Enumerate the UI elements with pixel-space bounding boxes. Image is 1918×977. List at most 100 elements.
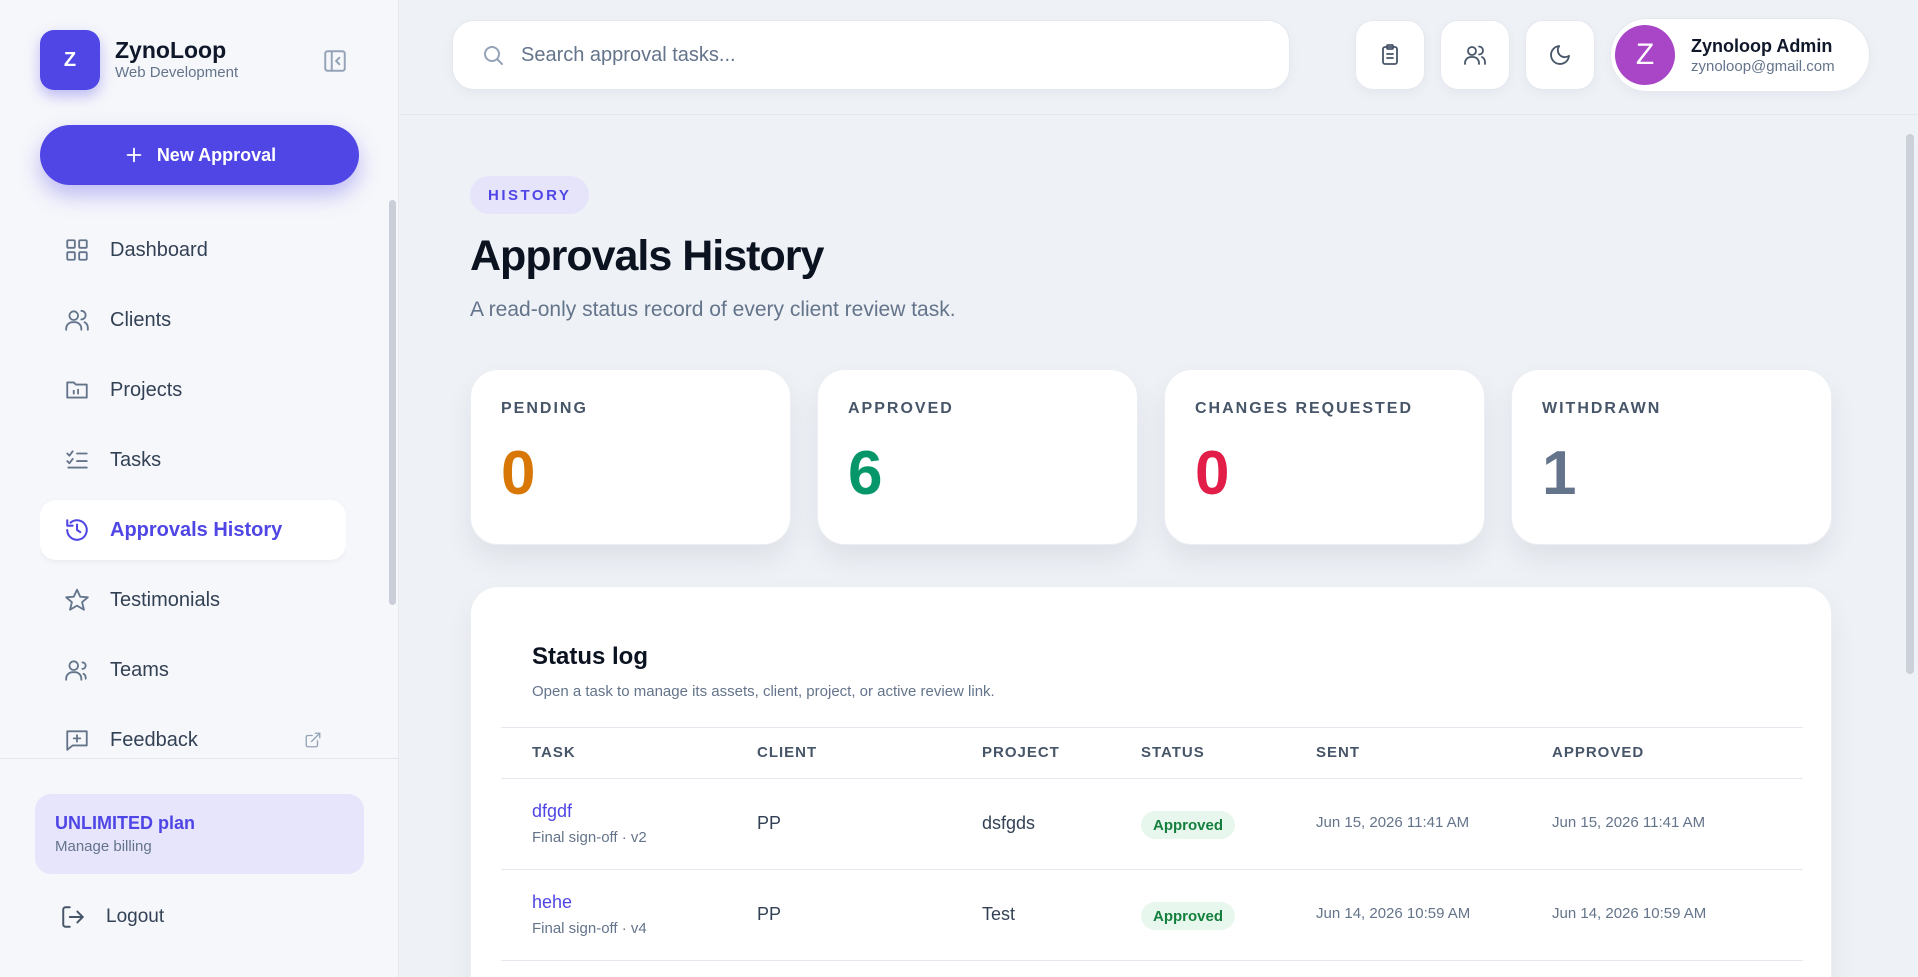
theme-toggle-button[interactable] (1525, 20, 1595, 90)
sidebar-divider (0, 758, 399, 759)
status-log-table: TASK CLIENT PROJECT STATUS SENT APPROVED… (501, 727, 1803, 961)
page-subtitle: A read-only status record of every clien… (470, 298, 956, 321)
plan-title: UNLIMITED plan (55, 813, 195, 833)
stat-card-withdrawn: WITHDRAWN 1 (1511, 369, 1832, 545)
column-header-approved[interactable]: APPROVED (1552, 744, 1644, 761)
column-header-task[interactable]: TASK (532, 744, 576, 761)
stat-card-pending: PENDING 0 (470, 369, 791, 545)
new-approval-label: New Approval (156, 144, 277, 165)
main-scrollbar-thumb[interactable] (1906, 134, 1914, 674)
sidebar-item-label: Projects (110, 378, 183, 401)
status-log-subtitle: Open a task to manage its assets, client… (532, 683, 995, 700)
user-name: Zynoloop Admin (1691, 35, 1833, 56)
sidebar-item-label: Clients (110, 308, 172, 331)
stat-value: 0 (1195, 439, 1230, 508)
sidebar-item-label: Approvals History (110, 518, 283, 541)
sidebar-item-label: Dashboard (110, 238, 208, 261)
avatar: Z (1615, 25, 1675, 85)
manage-billing-link[interactable]: Manage billing (55, 836, 344, 858)
stat-card-approved: APPROVED 6 (817, 369, 1138, 545)
search-input[interactable] (521, 43, 1221, 67)
stat-value: 1 (1542, 439, 1577, 508)
plan-card[interactable]: UNLIMITED plan Manage billing (35, 794, 364, 874)
search-bar[interactable] (452, 20, 1290, 90)
moon-icon (1550, 45, 1570, 65)
sidebar-item-dashboard[interactable]: Dashboard (40, 220, 346, 280)
folder-icon (66, 381, 88, 399)
client-cell: PP (757, 904, 782, 924)
logout-label: Logout (106, 906, 165, 927)
stat-label: PENDING (501, 400, 588, 417)
team-icon (65, 660, 87, 681)
brand-subtitle: Web Development (115, 64, 239, 81)
column-header-sent[interactable]: SENT (1316, 744, 1360, 761)
table-row[interactable]: hehe Final sign-off · v4 PP Test Approve… (501, 870, 1803, 961)
sidebar-scrollbar[interactable] (386, 190, 396, 755)
sent-date: Jun 15, 2026 11:41 AM (1316, 814, 1470, 831)
users-icon (65, 309, 89, 331)
task-link[interactable]: hehe (532, 892, 572, 913)
project-cell: dsfgds (982, 813, 1036, 833)
search-icon (484, 46, 503, 65)
stat-value: 6 (848, 439, 883, 508)
stat-label: CHANGES REQUESTED (1195, 400, 1414, 417)
grid-icon (66, 239, 88, 261)
sidebar-nav: Dashboard Clients Projects Tasks Approva… (40, 220, 346, 760)
task-subtitle: Final sign-off · v2 (532, 829, 647, 846)
table-row[interactable]: dfgdf Final sign-off · v2 PP dsfgds Appr… (501, 779, 1803, 870)
sidebar-item-tasks[interactable]: Tasks (40, 430, 346, 490)
column-header-status[interactable]: STATUS (1141, 744, 1205, 761)
topbar: Z Zynoloop Admin zynoloop@gmail.com (400, 0, 1918, 115)
collapse-sidebar-icon[interactable] (322, 48, 348, 74)
sidebar-item-label: Testimonials (110, 588, 221, 611)
history-icon (66, 519, 88, 541)
column-header-client[interactable]: CLIENT (757, 744, 817, 761)
approved-date: Jun 15, 2026 11:41 AM (1552, 814, 1706, 831)
table-header: TASK CLIENT PROJECT STATUS SENT APPROVED (501, 727, 1803, 779)
brand[interactable]: Z ZynoLoop Web Development (40, 30, 238, 90)
approved-date: Jun 14, 2026 10:59 AM (1552, 905, 1707, 922)
checklist-icon (66, 450, 88, 469)
page-title: Approvals History (470, 232, 824, 280)
logout-icon (62, 906, 84, 928)
column-header-project[interactable]: PROJECT (982, 744, 1060, 761)
status-log-panel: Status log Open a task to manage its ass… (470, 586, 1832, 977)
main-scrollbar[interactable] (1903, 118, 1915, 977)
stat-label: WITHDRAWN (1542, 400, 1662, 417)
clipboard-icon (1382, 44, 1398, 65)
task-subtitle: Final sign-off · v4 (532, 920, 647, 937)
sidebar-item-label: Tasks (110, 448, 162, 471)
stat-value: 0 (501, 439, 536, 508)
user-email: zynoloop@gmail.com (1691, 57, 1835, 75)
users-icon (1464, 45, 1486, 65)
message-plus-icon (66, 730, 88, 751)
stat-card-changes-requested: CHANGES REQUESTED 0 (1164, 369, 1485, 545)
task-link[interactable]: dfgdf (532, 801, 572, 822)
new-approval-button[interactable]: New Approval (40, 125, 359, 185)
sidebar-item-testimonials[interactable]: Testimonials (40, 570, 346, 630)
sidebar-item-teams[interactable]: Teams (40, 640, 346, 700)
sidebar-scrollbar-thumb[interactable] (389, 200, 396, 605)
sidebar-item-label: Teams (110, 658, 169, 681)
team-button[interactable] (1440, 20, 1510, 90)
external-link-icon (305, 732, 321, 748)
brand-logo: Z (40, 30, 100, 90)
status-log-title: Status log (532, 643, 649, 670)
stat-label: APPROVED (848, 400, 954, 417)
page-badge: HISTORY (470, 176, 590, 214)
project-cell: Test (982, 904, 1016, 924)
sidebar-item-projects[interactable]: Projects (40, 360, 346, 420)
user-menu[interactable]: Z Zynoloop Admin zynoloop@gmail.com (1610, 18, 1870, 92)
plus-icon (126, 147, 142, 163)
status-badge: Approved (1141, 902, 1236, 930)
sidebar-item-feedback[interactable]: Feedback (40, 710, 346, 760)
sent-date: Jun 14, 2026 10:59 AM (1316, 905, 1471, 922)
sidebar-item-approvals-history[interactable]: Approvals History (40, 500, 346, 560)
client-cell: PP (757, 813, 782, 833)
sidebar-item-label: Feedback (110, 728, 198, 751)
clipboard-button[interactable] (1355, 20, 1425, 90)
status-badge: Approved (1141, 811, 1236, 839)
sidebar-item-clients[interactable]: Clients (40, 290, 346, 350)
logout-button[interactable]: Logout (60, 904, 164, 930)
sidebar: Z ZynoLoop Web Development New Approval … (0, 0, 399, 977)
